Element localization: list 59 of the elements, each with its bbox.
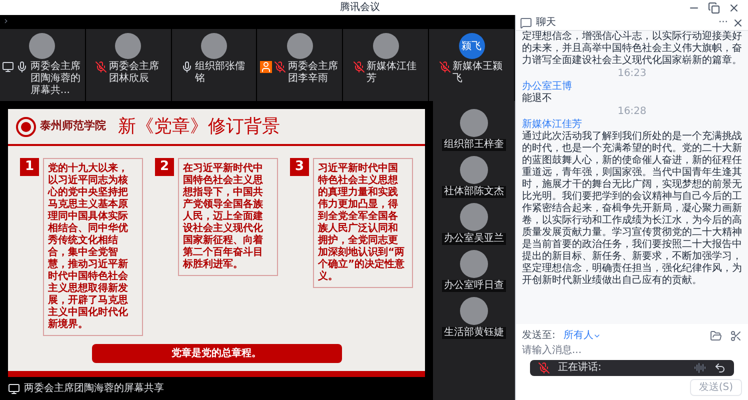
recipient-dropdown[interactable]: 所有人 (563, 328, 602, 343)
message-time: 16:23 (616, 67, 648, 80)
participant-name: 办公室吴亚兰 (442, 233, 506, 245)
expand-toggle[interactable]: › (4, 17, 8, 27)
card-text: 党的十九大以来，以习近平同志为核心的党中央坚持把马克思主义基本原理同中国具体实际相结合、同中华优秀传统文化相结合，集中全党智慧，推动习近平新时代中国特色社会主义思想取得新发展，开辟了马克思主义中国化时代化新境界。 (43, 158, 143, 336)
avatar (115, 33, 142, 59)
number-badge: 2 (155, 158, 174, 176)
avatar (286, 33, 313, 59)
card-text: 习近平新时代中国特色社会主义思想的真理力量和实践伟力更加凸显，得到全党全军全国各族人民广泛认同和拥护，全党同志更加深刻地认识到“两个确立”的决定性意义。 (313, 158, 413, 288)
avatar (460, 156, 488, 184)
avatar (460, 203, 488, 231)
send-to-label: 发送至: (522, 329, 556, 343)
message-text: 定理想信念，增强信心斗志，以实际行动迎接美好的未来，并且高举中国特色社会主义伟大旗帜，奋力谱写全面建设社会主义现代化国家崭新的篇章。 (522, 31, 742, 67)
sender-name[interactable]: 办公室王博 (522, 80, 742, 93)
participant-name: 组织部王梓奎 (442, 139, 506, 151)
avatar (372, 33, 399, 59)
speaking-indicator: 正在讲话: (558, 363, 602, 373)
message-input[interactable]: 请输入消息... (522, 343, 742, 358)
participant-name: 新媒体江佳芳 (366, 61, 418, 85)
participant-name: 两委会主席团李辛雨 (288, 61, 339, 85)
sound-wave-icon (694, 362, 706, 374)
sender-name[interactable]: 新媒体江佳芳 (522, 118, 742, 131)
number-badge: 3 (290, 158, 310, 176)
avatar (29, 33, 56, 59)
return-icon[interactable] (714, 362, 726, 374)
school-logo-icon (16, 116, 36, 136)
message-text: 能退不 (522, 93, 553, 105)
more-button[interactable]: ··· (718, 15, 728, 30)
message-time: 16:28 (616, 105, 648, 118)
chat-icon (520, 16, 532, 28)
avatar (460, 109, 488, 137)
school-name: 泰州师范学院 (40, 118, 106, 134)
close-icon[interactable] (728, 2, 740, 14)
participant-name: 两委会主席团陶海蓉的屏幕共... (30, 61, 82, 97)
chat-title: 聊天 (536, 16, 556, 30)
folder-icon[interactable] (710, 330, 722, 342)
send-button[interactable]: 发送(S) (690, 379, 742, 396)
participant-name: 办公室呼日查 (442, 280, 506, 292)
scissors-icon[interactable] (730, 330, 742, 342)
participant-name: 两委会主席团林欣辰 (109, 61, 160, 85)
close-icon[interactable] (732, 16, 744, 28)
slide-title: 新《党章》修订背景 (118, 115, 280, 139)
participant-name: 社体部陈文杰 (442, 186, 506, 198)
avatar (460, 250, 488, 278)
message-text: 通过此次活动我了解到我们所处的是一个充满挑战的时代，也是一个充满希望的时代。党的二十大新的蓝图鼓舞人心，新的使命催人奋进，新的征程任重道远，青年强，则国家强。当代中国青年生逢其时，施展才干的舞台无比广阔，实现梦想的前景无比光明。我们要把学到的会议精神与自己今后的工作紧密结合起来，奋楫争先开新局，凝心聚力画新卷，以实际行动和工作成绩为长江水，为今后的高质量发展贡献力量。学习宣传贯彻党的二十大精神是当前首要的政治任务，我们要按照二十大报告中提出的新目标、新任务、新要求，不断加强学习，坚定理想信念，明确责任担当，强化纪律作风，为开创新时代新业绩做出自己应有的贡献。 (522, 131, 742, 287)
participant-name: 新媒体王颍飞 (452, 61, 504, 85)
avatar (460, 297, 488, 325)
participant-name: 生活部黄钰婕 (442, 327, 506, 339)
card-text: 在习近平新时代中国特色社会主义思想指导下，中国共产党领导全国各族人民，迈上全面建设社会主义现代化国家新征程、向着第二个百年奋斗目标胜利进军。 (178, 158, 278, 276)
restore-icon[interactable] (708, 2, 720, 14)
number-badge: 1 (20, 158, 40, 176)
screen-share-label: 两委会主席团陶海蓉的屏幕共享 (24, 382, 164, 396)
window-title: 腾讯会议 (340, 2, 380, 12)
participant-name: 组织部张儒铭 (195, 61, 246, 85)
avatar (201, 33, 228, 59)
screen-share-icon (8, 382, 20, 394)
muted-mic-icon (538, 362, 550, 374)
avatar-initials: 颍飞 (458, 33, 485, 59)
slide-banner: 党章是党的总章程。 (92, 344, 342, 363)
